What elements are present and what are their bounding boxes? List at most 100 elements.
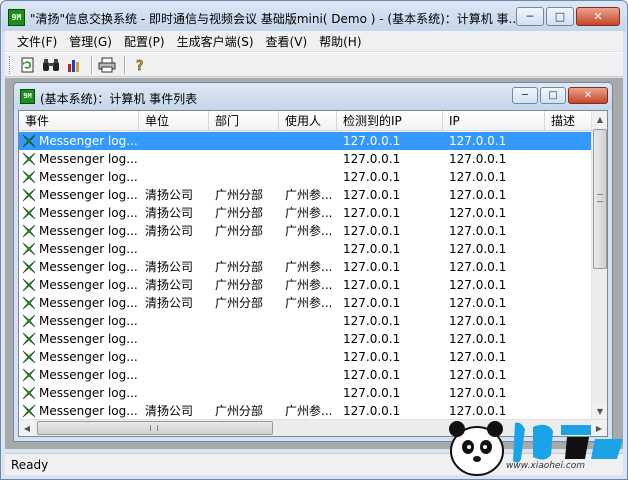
cell-dept: 广州分部 [215,224,264,238]
vertical-scrollbar[interactable]: ▲ ▼ [591,111,607,420]
table-row[interactable]: Messenger log... 127.0.0.1 127.0.0.1 [19,132,593,150]
scroll-left-arrow-icon[interactable]: ◀ [19,420,35,436]
column-header-dept[interactable]: 部门 [209,111,279,131]
column-header-unit[interactable]: 单位 [139,111,209,131]
menu-file[interactable]: 文件(F) [11,33,63,50]
cell-event: Messenger log... [19,168,139,186]
event-logo-icon [22,152,36,166]
svg-text:?: ? [136,59,144,73]
cell-detected-ip: 127.0.0.1 [343,224,401,238]
cell-detected-ip: 127.0.0.1 [343,314,401,328]
maximize-button[interactable]: □ [546,7,574,26]
window-title: "清扬"信息交换系统 - 即时通信与视频会议 基础版mini( Demo ) -… [30,12,521,26]
event-list-view[interactable]: 事件 单位 部门 使用人 检测到的IP IP 描述 Messenger log.… [18,110,608,437]
cell-ip: 127.0.0.1 [449,350,507,364]
cell-dept [209,132,279,150]
event-list-window: 9M (基本系统)：计算机 事件列表 ─ □ ✕ 事件 单位 部门 使用人 检测… [13,82,613,442]
scroll-up-arrow-icon[interactable]: ▲ [592,111,607,128]
table-row[interactable]: Messenger log... 127.0.0.1 127.0.0.1 [19,384,593,402]
child-window-controls: ─ □ ✕ [512,87,608,104]
bar-chart-icon[interactable] [64,55,84,75]
event-logo-icon [22,278,36,292]
refresh-icon[interactable] [18,55,38,75]
cell-desc [545,258,593,276]
menu-view[interactable]: 查看(V) [260,33,314,50]
cell-desc [545,294,593,312]
cell-desc [545,366,593,384]
event-logo-icon [22,170,36,184]
child-minimize-button[interactable]: ─ [512,87,538,104]
table-row[interactable]: Messenger log... 127.0.0.1 127.0.0.1 [19,240,593,258]
event-logo-icon [22,134,36,148]
child-maximize-button[interactable]: □ [540,87,566,104]
cell-desc [545,276,593,294]
minimize-button[interactable]: ─ [516,7,544,26]
cell-detected-ip: 127.0.0.1 [343,278,401,292]
event-logo-icon [22,332,36,346]
menu-config[interactable]: 配置(P) [118,33,171,50]
toolbar-grip[interactable] [9,55,12,74]
cell-user: 广州参... [285,278,333,292]
cell-unit [139,132,209,150]
help-icon[interactable]: ? [130,55,150,75]
table-row[interactable]: Messenger log... 127.0.0.1 127.0.0.1 [19,168,593,186]
cell-event: Messenger log... [19,240,139,258]
cell-event: Messenger log... [19,132,139,150]
cell-user [279,366,337,384]
table-row[interactable]: Messenger log... 清扬公司 广州分部 广州参... 127.0.0.1 1… [19,294,593,312]
event-logo-icon [22,404,36,418]
table-row[interactable]: Messenger log... 清扬公司 广州分部 广州参... 127.0.0.1 1… [19,222,593,240]
vertical-scroll-thumb[interactable] [593,129,607,269]
cell-dept: 广州分部 [215,404,264,418]
child-title-bar[interactable]: 9M (基本系统)：计算机 事件列表 ─ □ ✕ [14,83,612,110]
menu-generate-client[interactable]: 生成客户端(S) [171,33,260,50]
cell-ip: 127.0.0.1 [449,278,507,292]
toolbar-separator [124,55,126,74]
cell-ip: 127.0.0.1 [449,134,507,148]
event-text: Messenger log... [39,224,138,238]
child-close-button[interactable]: ✕ [568,87,608,104]
cell-dept [209,312,279,330]
table-row[interactable]: Messenger log... 127.0.0.1 127.0.0.1 [19,150,593,168]
column-header-user[interactable]: 使用人 [279,111,337,131]
cell-user [279,384,337,402]
table-row[interactable]: Messenger log... 清扬公司 广州分部 广州参... 127.0.0.1 1… [19,204,593,222]
cell-user [279,312,337,330]
table-row[interactable]: Messenger log... 127.0.0.1 127.0.0.1 [19,366,593,384]
cell-unit [139,150,209,168]
cell-desc [545,384,593,402]
cell-user: 广州参... [285,296,333,310]
column-header-desc[interactable]: 描述 [545,111,593,131]
table-row[interactable]: Messenger log... 清扬公司 广州分部 广州参... 127.0.0.1 1… [19,258,593,276]
child-window-title: (基本系统)：计算机 事件列表 [40,92,198,106]
binoculars-icon[interactable] [41,55,61,75]
table-row[interactable]: Messenger log... 127.0.0.1 127.0.0.1 [19,348,593,366]
table-row[interactable]: Messenger log... 127.0.0.1 127.0.0.1 [19,312,593,330]
table-row[interactable]: Messenger log... 清扬公司 广州分部 广州参... 127.0.0.1 1… [19,276,593,294]
cell-dept: 广州分部 [215,296,264,310]
close-button[interactable]: ✕ [576,7,620,26]
cell-desc [545,204,593,222]
print-icon[interactable] [97,55,117,75]
column-header-detected-ip[interactable]: 检测到的IP [337,111,443,131]
event-logo-icon [22,224,36,238]
title-bar[interactable]: 9M "清扬"信息交换系统 - 即时通信与视频会议 基础版mini( Demo … [2,2,626,32]
table-row[interactable]: Messenger log... 清扬公司 广州分部 广州参... 127.0.0.1 1… [19,186,593,204]
cell-user: 广州参... [285,206,333,220]
cell-dept [209,150,279,168]
menu-manage[interactable]: 管理(G) [63,33,118,50]
cell-event: Messenger log... [19,294,139,312]
cell-ip: 127.0.0.1 [449,386,507,400]
watermark-url: www.xiaohei.com [506,461,586,471]
table-row[interactable]: Messenger log... 127.0.0.1 127.0.0.1 [19,330,593,348]
menu-help[interactable]: 帮助(H) [313,33,367,50]
cell-dept [209,330,279,348]
event-text: Messenger log... [39,242,138,256]
window-controls: ─ □ ✕ [516,7,620,26]
cell-desc [545,222,593,240]
horizontal-scroll-thumb[interactable] [37,421,273,435]
cell-detected-ip: 127.0.0.1 [343,242,401,256]
column-header-ip[interactable]: IP [443,111,545,131]
cell-detected-ip: 127.0.0.1 [343,260,401,274]
column-header-event[interactable]: 事件 [19,111,139,131]
